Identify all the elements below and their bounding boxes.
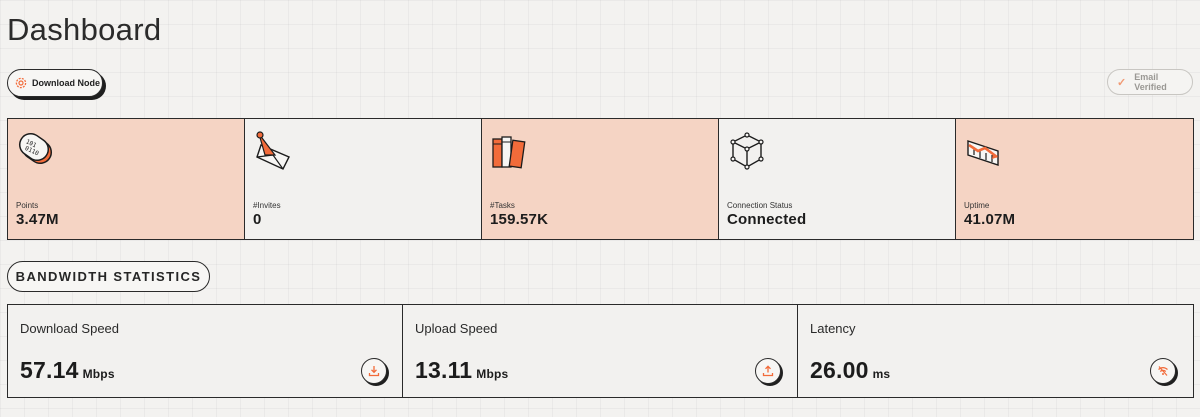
bandwidth-value: 57.14 Mbps xyxy=(20,357,115,384)
books-icon xyxy=(492,136,526,169)
upload-speed-button[interactable] xyxy=(755,358,781,384)
envelope-icon xyxy=(256,131,290,170)
latency-button[interactable] xyxy=(1150,358,1176,384)
stat-value: 41.07M xyxy=(964,211,1016,228)
stat-card-points: 101 0110 Points 3.47M xyxy=(8,119,245,239)
bandwidth-card-latency: Latency 26.00 ms xyxy=(798,305,1193,397)
bandwidth-number: 13.11 xyxy=(415,357,473,383)
email-verified-label: Email Verified xyxy=(1134,72,1167,92)
stat-value: 3.47M xyxy=(16,211,59,228)
stat-label: Connection Status xyxy=(727,201,793,210)
bandwidth-panel: Download Speed 57.14 Mbps Upload Speed 13… xyxy=(7,304,1194,398)
stat-label: Uptime xyxy=(964,201,990,210)
gear-icon xyxy=(15,77,27,89)
bandwidth-unit: Mbps xyxy=(476,367,509,381)
download-node-button[interactable]: Download Node xyxy=(7,69,103,97)
upload-icon xyxy=(762,365,774,377)
bandwidth-unit: Mbps xyxy=(82,367,115,381)
check-icon: ✓ xyxy=(1117,76,1127,89)
stat-card-uptime: Uptime 41.07M xyxy=(956,119,1193,239)
stat-card-invites: #Invites 0 xyxy=(245,119,482,239)
bandwidth-unit: ms xyxy=(872,367,891,381)
stat-label: #Tasks xyxy=(490,201,515,210)
bandwidth-label: Latency xyxy=(810,321,856,336)
network-cube-icon xyxy=(730,132,764,170)
bandwidth-label: Download Speed xyxy=(20,321,120,336)
bandwidth-statistics-heading: BANDWIDTH STATISTICS xyxy=(7,261,210,292)
stat-card-connection-status: Connection Status Connected xyxy=(719,119,956,239)
bandwidth-number: 57.14 xyxy=(20,357,79,383)
stat-label: #Invites xyxy=(253,201,281,210)
wifi-off-icon xyxy=(1158,366,1168,376)
stat-label: Points xyxy=(16,201,39,210)
bandwidth-number: 26.00 xyxy=(810,357,869,383)
trend-chart-icon xyxy=(967,140,999,166)
download-speed-button[interactable] xyxy=(361,358,387,384)
email-verified-badge: ✓ Email Verified xyxy=(1107,69,1193,95)
page-title: Dashboard xyxy=(7,12,162,47)
bandwidth-label: Upload Speed xyxy=(415,321,498,336)
download-node-label: Download Node xyxy=(32,78,100,88)
stat-value: 159.57K xyxy=(490,211,549,228)
stat-value: 0 xyxy=(253,211,262,228)
bandwidth-card-upload: Upload Speed 13.11 Mbps xyxy=(403,305,798,397)
bandwidth-value: 26.00 ms xyxy=(810,357,890,384)
bandwidth-card-download: Download Speed 57.14 Mbps xyxy=(8,305,403,397)
download-icon xyxy=(368,366,380,377)
binary-capsule-icon: 101 0110 xyxy=(18,132,53,165)
stats-panel: 101 0110 Points 3.47M #Invites 0 #Tasks … xyxy=(7,118,1194,240)
stat-value: Connected xyxy=(727,211,807,228)
stat-card-tasks: #Tasks 159.57K xyxy=(482,119,719,239)
bandwidth-value: 13.11 Mbps xyxy=(415,357,508,384)
